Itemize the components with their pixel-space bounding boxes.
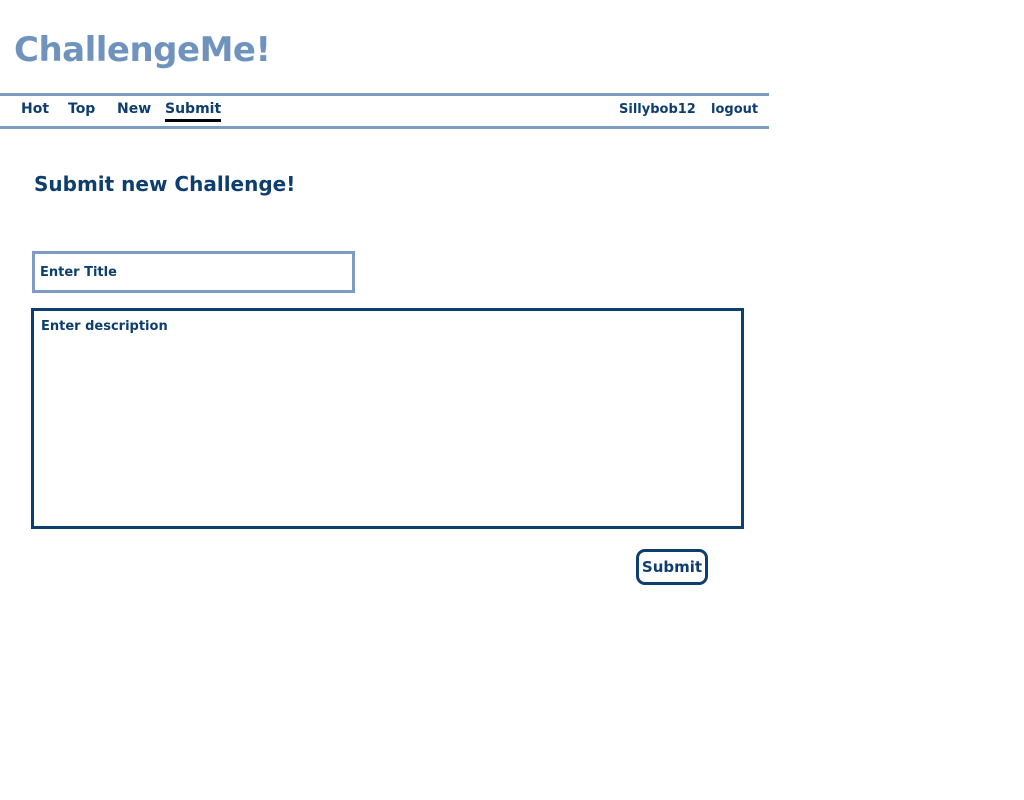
page-title: Submit new Challenge! [34,172,296,196]
nav-item-submit[interactable]: Submit [165,101,222,122]
app-logo[interactable]: ChallengeMe! [14,30,271,70]
user-profile-link[interactable]: Sillybob12 [619,102,696,117]
submit-button[interactable]: Submit [636,549,708,585]
challenge-title-input[interactable] [32,251,355,293]
nav-item-new[interactable]: New [117,101,151,117]
logout-link[interactable]: logout [711,102,758,117]
nav-item-top[interactable]: Top [68,101,95,117]
nav-item-hot[interactable]: Hot [21,101,49,117]
challenge-description-input[interactable] [31,308,744,529]
top-navbar: Hot Top New Submit Sillybob12 logout [0,93,769,129]
